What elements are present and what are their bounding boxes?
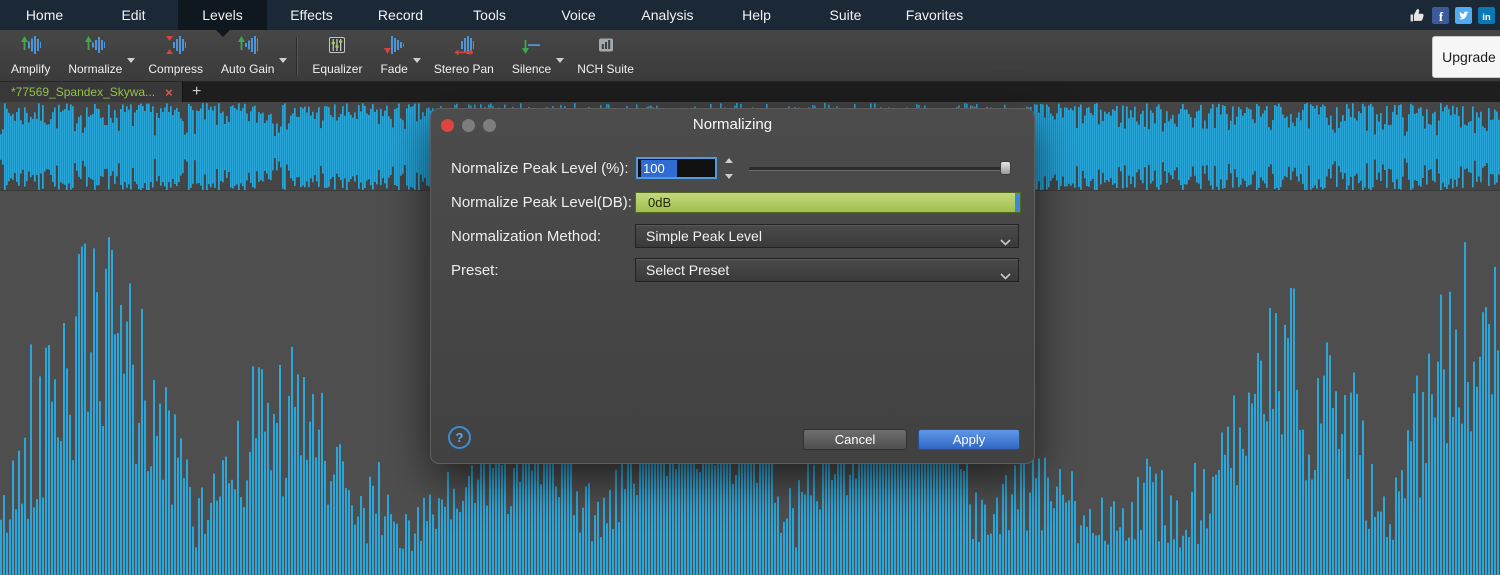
peak-percent-row: Normalize Peak Level (%): 100 [431,156,1034,182]
toolbar-button-equalizer[interactable]: Equalizer [303,32,371,79]
linkedin-icon[interactable]: in [1478,7,1495,24]
menu-bar: HomeEditLevelsEffectsRecordToolsVoiceAna… [0,0,1500,30]
tab-bar: *77569_Spandex_Skywa... × + [0,82,1500,102]
peak-percent-value: 100 [641,160,677,177]
toolbar-button-stereo-pan[interactable]: Stereo Pan [425,32,503,79]
menu-item-analysis[interactable]: Analysis [623,0,712,30]
active-menu-notch [216,30,230,37]
new-tab-button[interactable]: + [183,82,211,102]
menu-item-favorites[interactable]: Favorites [890,0,979,30]
fade-icon [384,35,404,60]
amplify-icon [21,35,41,60]
preset-value: Select Preset [646,262,729,278]
dropdown-caret-icon[interactable] [413,58,421,63]
tab-close-icon[interactable]: × [165,86,173,99]
apply-button[interactable]: Apply [918,429,1020,450]
slider-track[interactable] [749,167,1011,171]
stepper-up-icon[interactable] [725,158,733,163]
peak-percent-label: Normalize Peak Level (%): [451,156,629,181]
wavepad-window: HomeEditLevelsEffectsRecordToolsVoiceAna… [0,0,1500,575]
preset-label: Preset: [451,258,499,283]
slider-handle[interactable] [1000,161,1011,175]
preset-dropdown[interactable]: Select Preset [635,258,1019,282]
normalize-icon [85,35,105,60]
peak-percent-slider[interactable] [749,156,1011,182]
menu-item-effects[interactable]: Effects [267,0,356,30]
help-button[interactable]: ? [448,426,471,449]
toolbar-button-compress[interactable]: Compress [139,32,212,79]
dropdown-caret-icon[interactable] [127,58,135,63]
menu-item-suite[interactable]: Suite [801,0,890,30]
menu-item-tools[interactable]: Tools [445,0,534,30]
peak-db-label: Normalize Peak Level(DB): [451,190,632,215]
toolbar-button-amplify[interactable]: Amplify [2,32,59,79]
svg-text:in: in [1482,11,1491,22]
method-row: Normalization Method: Simple Peak Level [431,224,1034,250]
peak-db-row: Normalize Peak Level(DB): 0dB [431,190,1034,216]
toolbar-button-label: Auto Gain [221,62,274,76]
tab-label: *77569_Spandex_Skywa... [11,85,155,99]
normalizing-dialog: Normalizing Normalize Peak Level (%): 10… [430,108,1035,464]
compress-icon [166,35,186,60]
upgrade-button[interactable]: Upgrade [1432,36,1500,78]
dialog-title: Normalizing [431,116,1034,133]
peak-db-handle[interactable] [1015,193,1020,212]
equalizer-icon [327,35,347,60]
method-value: Simple Peak Level [646,228,762,244]
preset-row: Preset: Select Preset [431,258,1034,284]
dropdown-caret-icon[interactable] [556,58,564,63]
tab-audio-file[interactable]: *77569_Spandex_Skywa... × [0,82,183,102]
facebook-icon[interactable]: f [1432,7,1449,24]
menu-item-help[interactable]: Help [712,0,801,30]
menu-item-voice[interactable]: Voice [534,0,623,30]
cancel-button[interactable]: Cancel [803,429,907,450]
toolbar-button-label: Amplify [11,62,50,76]
thumbs-up-icon[interactable] [1409,7,1426,24]
toolbar-button-normalize[interactable]: Normalize [59,32,131,79]
dropdown-caret-icon[interactable] [279,58,287,63]
toolbar-button-silence[interactable]: Silence [503,32,560,79]
toolbar-buttons: Amplify Normalize Compress Auto Gain Equaliz… [2,32,643,79]
menu-item-record[interactable]: Record [356,0,445,30]
method-dropdown[interactable]: Simple Peak Level [635,224,1019,248]
silence-icon [522,35,542,60]
peak-percent-input[interactable]: 100 [636,157,717,179]
toolbar-button-fade[interactable]: Fade [371,32,416,79]
toolbar-button-label: Compress [148,62,203,76]
toolbar-button-label: Silence [512,62,551,76]
toolbar-button-label: NCH Suite [577,62,634,76]
peak-db-value: 0dB [636,195,671,210]
toolbar-button-label: Fade [380,62,407,76]
method-label: Normalization Method: [451,224,601,249]
peak-percent-stepper[interactable] [722,158,736,179]
chevron-down-icon [1000,233,1011,249]
chevron-down-icon [1000,267,1011,283]
menu-item-levels[interactable]: Levels [178,0,267,30]
social-icons: f in [1409,0,1495,30]
menu-item-edit[interactable]: Edit [89,0,178,30]
toolbar-button-label: Normalize [68,62,122,76]
menu-item-home[interactable]: Home [0,0,89,30]
toolbar: Amplify Normalize Compress Auto Gain Equaliz… [0,30,1500,82]
nch-suite-icon [596,35,616,60]
toolbar-button-auto-gain[interactable]: Auto Gain [212,32,283,79]
peak-db-meter[interactable]: 0dB [635,192,1021,213]
toolbar-button-nch-suite[interactable]: NCH Suite [568,32,643,79]
toolbar-separator [296,37,298,75]
stepper-down-icon[interactable] [725,174,733,179]
toolbar-button-label: Equalizer [312,62,362,76]
toolbar-button-label: Stereo Pan [434,62,494,76]
menu-items: HomeEditLevelsEffectsRecordToolsVoiceAna… [0,0,979,30]
auto-gain-icon [238,35,258,60]
twitter-icon[interactable] [1455,7,1472,24]
stereo-pan-icon [454,35,474,60]
